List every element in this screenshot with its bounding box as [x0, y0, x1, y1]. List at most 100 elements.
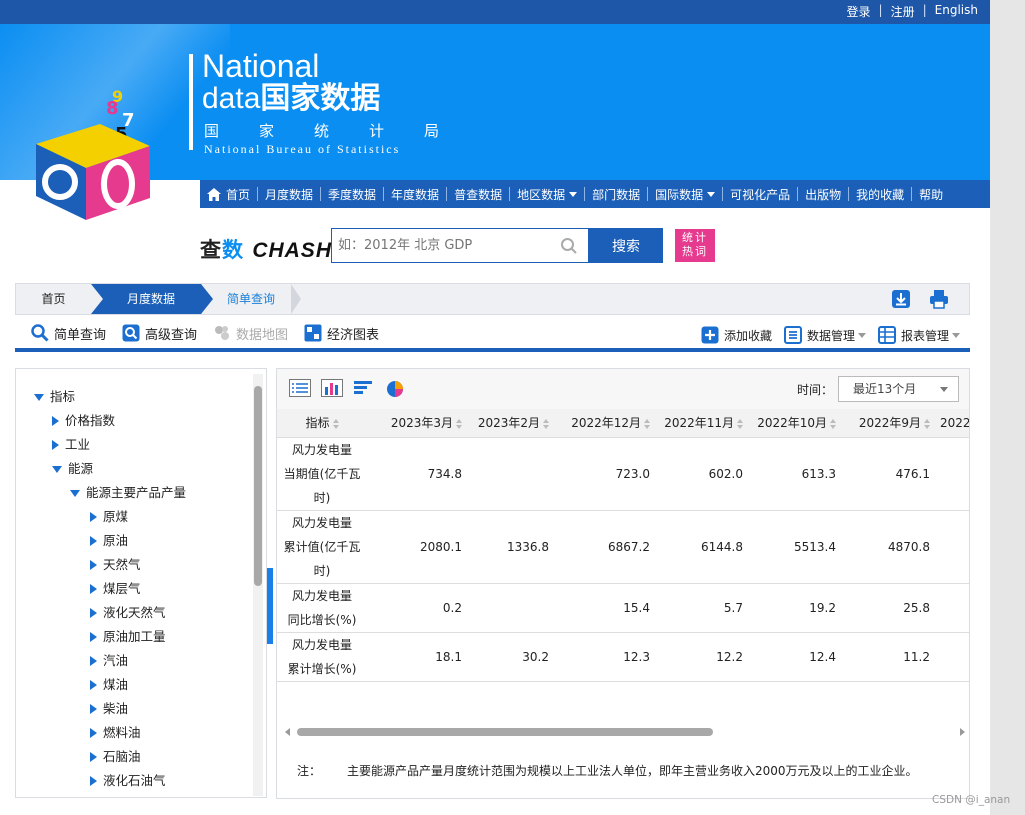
column-header[interactable]: 2023年3月 — [367, 409, 472, 438]
site-logo-cube[interactable]: 9 8 7 5 1 3 4 6 2 — [30, 84, 170, 224]
advanced-query-button[interactable]: 高级查询 — [122, 324, 197, 343]
svg-text:8: 8 — [106, 98, 119, 119]
data-map-button[interactable]: 数据地图 — [213, 324, 288, 343]
nav-item-8[interactable]: 可视化产品 — [723, 186, 797, 203]
nav-item-10[interactable]: 我的收藏 — [849, 186, 911, 203]
tree-node[interactable]: 燃料油 — [16, 721, 266, 745]
time-range-select[interactable]: 最近13个月 — [838, 376, 959, 402]
sort-icon[interactable] — [332, 418, 339, 429]
tree-node[interactable]: 液化天然气 — [16, 601, 266, 625]
brand-data: data — [202, 82, 261, 115]
chevron-down-icon — [857, 332, 866, 338]
breadcrumb-monthly[interactable]: 月度数据 — [91, 284, 213, 314]
indicator-unit: 累计值(亿千瓦时) — [283, 539, 361, 578]
column-header[interactable]: 2022 — [940, 409, 969, 438]
panel-splitter[interactable] — [267, 568, 273, 644]
nav-item-2[interactable]: 季度数据 — [321, 186, 383, 203]
sort-icon[interactable] — [543, 418, 549, 429]
column-header[interactable]: 2022年11月 — [660, 409, 753, 438]
tree-node[interactable]: 煤层气 — [16, 577, 266, 601]
top-bar: 登录 | 注册 | English — [0, 0, 990, 24]
tree-node[interactable]: 原油 — [16, 529, 266, 553]
search-icon[interactable] — [560, 237, 578, 255]
simple-query-button[interactable]: 简单查询 — [31, 324, 106, 343]
horizontal-bar-icon[interactable] — [353, 379, 375, 397]
nav-item-5[interactable]: 地区数据 — [510, 186, 584, 203]
nav-item-3[interactable]: 年度数据 — [384, 186, 446, 203]
table-cell: 6144.8 — [660, 510, 753, 584]
logo-shu: 数 — [222, 238, 244, 262]
tree-node[interactable]: 柴油 — [16, 697, 266, 721]
nav-item-0[interactable]: 首页 — [200, 186, 257, 203]
sort-icon[interactable] — [924, 418, 930, 429]
scroll-right-icon[interactable] — [960, 728, 965, 736]
tree-node[interactable]: 原油加工量 — [16, 625, 266, 649]
table-scrollbar-thumb[interactable] — [297, 728, 713, 736]
tree-node[interactable]: 原煤 — [16, 505, 266, 529]
data-management-menu[interactable]: 数据管理 — [783, 326, 866, 344]
scroll-left-icon[interactable] — [285, 728, 290, 736]
column-header-label: 2022年11月 — [664, 416, 734, 431]
tree-node[interactable]: 煤油 — [16, 673, 266, 697]
tree-node[interactable]: 价格指数 — [16, 409, 266, 433]
table-view-icon[interactable] — [289, 379, 311, 397]
indicator-name: 风力发电量 — [291, 515, 352, 530]
nav-item-7[interactable]: 国际数据 — [648, 186, 722, 203]
search-button[interactable]: 搜索 — [589, 228, 663, 263]
print-icon[interactable] — [929, 289, 949, 309]
sort-icon[interactable] — [830, 418, 836, 429]
tree-root[interactable]: 指标 — [16, 385, 266, 409]
login-link[interactable]: 登录 — [839, 3, 879, 20]
add-favorite-button[interactable]: 添加收藏 — [701, 326, 772, 344]
breadcrumb-actions — [891, 289, 949, 309]
pie-chart-icon[interactable] — [385, 379, 405, 399]
table-row: 风力发电量 累计值(亿千瓦时) 2080.1 1336.8 6867.2 6144.8 55… — [277, 510, 969, 584]
column-header[interactable]: 指标 — [277, 409, 367, 438]
tree-node[interactable]: 天然气 — [16, 553, 266, 577]
caret-right-icon — [90, 656, 97, 666]
sort-icon[interactable] — [737, 418, 743, 429]
caret-right-icon — [90, 512, 97, 522]
table-horizontal-scrollbar[interactable] — [285, 727, 965, 737]
column-header[interactable]: 2022年9月 — [846, 409, 940, 438]
tree-node[interactable]: 工业 — [16, 433, 266, 457]
tree-node[interactable]: 能源主要产品产量 — [16, 481, 266, 505]
tree-node-label: 液化天然气 — [103, 605, 166, 620]
tree-node-label: 原煤 — [103, 509, 129, 524]
economic-charts-button[interactable]: 经济图表 — [304, 324, 379, 343]
hot-words-button[interactable]: 统计 热词 — [675, 229, 715, 262]
tree-node-label: 液化石油气 — [103, 773, 166, 788]
row-indicator: 风力发电量 累计增长(%) — [277, 632, 367, 682]
nav-item-9[interactable]: 出版物 — [798, 186, 848, 203]
logo-en-a: CHASH — [252, 239, 332, 262]
tree-node[interactable]: 液化石油气 — [16, 769, 266, 793]
nav-item-11[interactable]: 帮助 — [912, 186, 950, 203]
brand-bar — [189, 54, 193, 150]
caret-right-icon — [90, 752, 97, 762]
register-link[interactable]: 注册 — [883, 3, 923, 20]
brand-title: data国家数据 — [202, 82, 380, 116]
tree-node-label: 能源主要产品产量 — [86, 485, 187, 500]
indicator-unit: 当期值(亿千瓦时) — [283, 466, 361, 505]
tree-node[interactable]: 能源 — [16, 457, 266, 481]
sort-icon[interactable] — [644, 418, 650, 429]
search-input[interactable] — [332, 229, 552, 262]
report-management-menu[interactable]: 报表管理 — [877, 326, 960, 344]
sort-icon[interactable] — [456, 418, 462, 429]
nav-item-1[interactable]: 月度数据 — [258, 186, 320, 203]
tree-node[interactable]: 汽油 — [16, 649, 266, 673]
table-cell: 6867.2 — [559, 510, 660, 584]
tree-scrollbar[interactable] — [253, 374, 263, 796]
bar-chart-icon[interactable] — [321, 379, 343, 397]
nav-item-6[interactable]: 部门数据 — [585, 186, 647, 203]
column-header[interactable]: 2022年12月 — [559, 409, 660, 438]
breadcrumb-home[interactable]: 首页 — [16, 284, 91, 314]
column-header[interactable]: 2022年10月 — [753, 409, 846, 438]
tree-scrollbar-thumb[interactable] — [254, 386, 262, 586]
download-icon[interactable] — [891, 289, 911, 309]
nav-item-4[interactable]: 普查数据 — [447, 186, 509, 203]
tree-node[interactable]: 石脑油 — [16, 745, 266, 769]
english-link[interactable]: English — [927, 3, 986, 20]
column-header[interactable]: 2023年2月 — [472, 409, 559, 438]
table-cell: 4870.8 — [846, 510, 940, 584]
